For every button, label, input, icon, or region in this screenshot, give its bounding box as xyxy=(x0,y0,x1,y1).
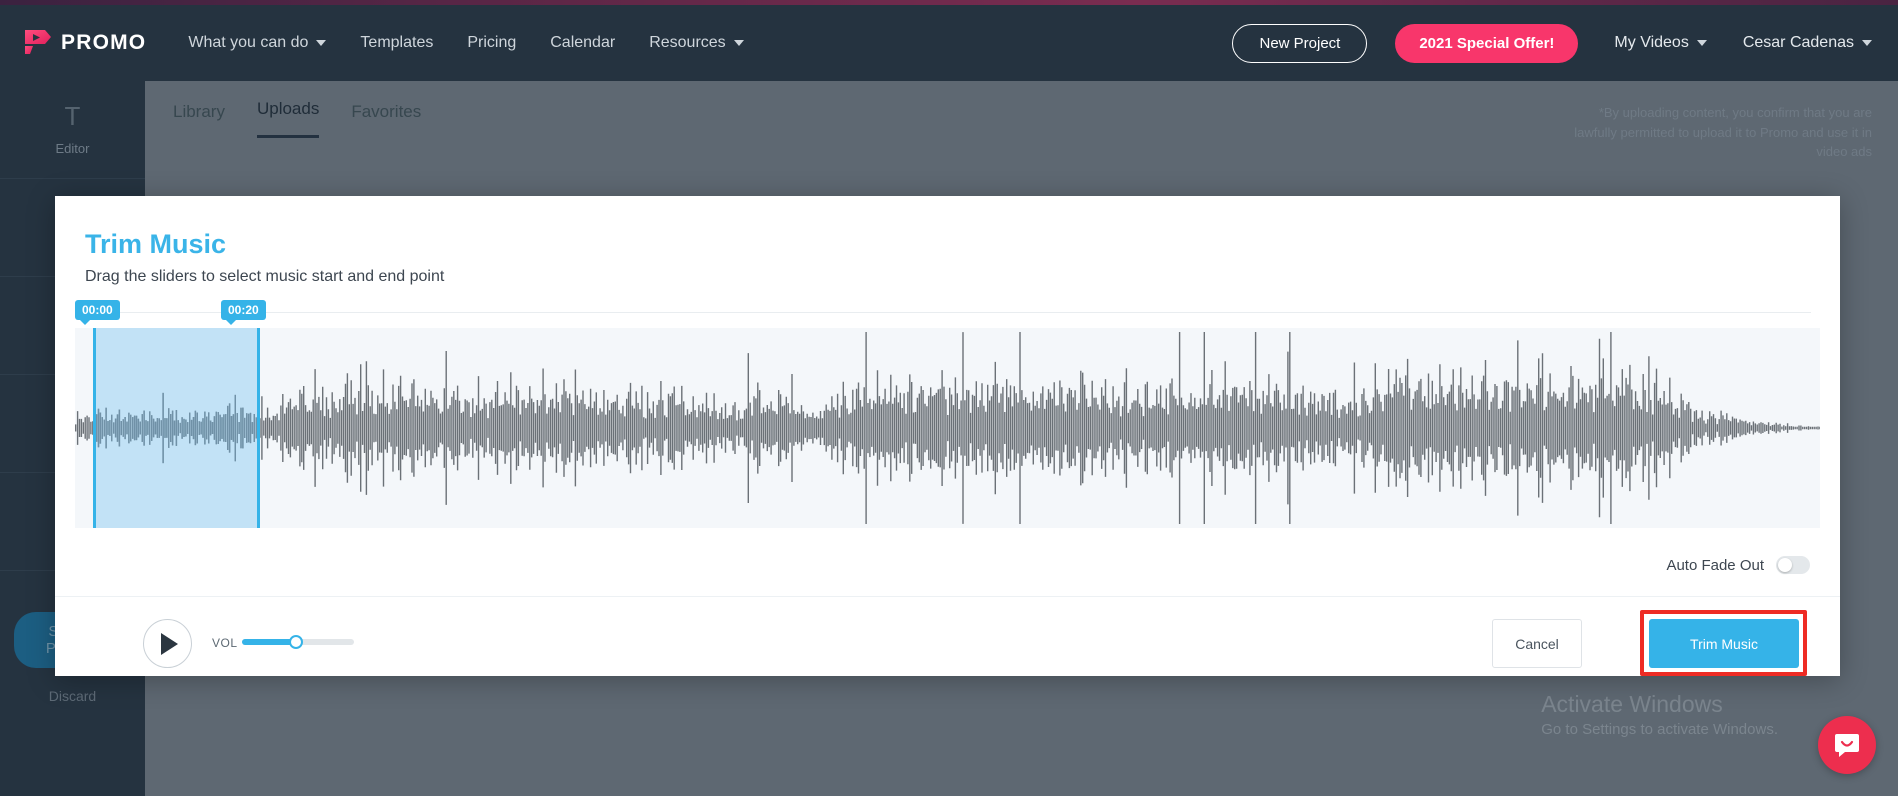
sidebar-item-label: Editor xyxy=(55,141,90,156)
account-label: Cesar Cadenas xyxy=(1742,34,1854,51)
play-button[interactable] xyxy=(143,619,192,668)
brand-name: PROMO xyxy=(61,31,147,54)
chevron-down-icon xyxy=(316,40,327,46)
cancel-button[interactable]: Cancel xyxy=(1492,619,1582,668)
nav-label: Resources xyxy=(649,34,726,51)
intercom-chat-button[interactable] xyxy=(1818,716,1876,774)
sidebar-item-editor[interactable]: T Editor xyxy=(0,81,145,179)
volume-label: VOL xyxy=(212,636,238,650)
modal-divider xyxy=(85,312,1811,313)
tab-library[interactable]: Library xyxy=(173,102,225,138)
tab-uploads[interactable]: Uploads xyxy=(256,99,320,138)
modal-title: Trim Music xyxy=(85,229,227,259)
account-menu[interactable]: Cesar Cadenas xyxy=(1743,34,1872,52)
play-icon xyxy=(161,632,178,655)
audio-waveform xyxy=(75,332,1820,524)
toggle-knob xyxy=(1778,558,1792,572)
main-nav: What you can do Templates Pricing Calend… xyxy=(188,34,777,52)
nav-item-templates[interactable]: Templates xyxy=(360,34,433,52)
volume-slider-knob[interactable] xyxy=(288,635,303,649)
watermark-subtitle: Go to Settings to activate Windows. xyxy=(1541,721,1778,738)
nav-item-pricing[interactable]: Pricing xyxy=(467,34,516,52)
modal-footer-divider xyxy=(55,596,1840,597)
app-root: PROMO What you can do Templates Pricing … xyxy=(0,0,1898,796)
chevron-down-icon xyxy=(733,40,744,46)
media-tabs: Library Uploads Favorites xyxy=(173,99,453,138)
watermark-title: Activate Windows xyxy=(1541,691,1723,717)
new-project-button[interactable]: New Project xyxy=(1232,23,1368,63)
trim-music-button[interactable]: Trim Music xyxy=(1649,619,1799,668)
nav-label: Calendar xyxy=(550,34,616,51)
header-actions: New Project 2021 Special Offer! My Video… xyxy=(1232,23,1872,63)
trim-selection-region[interactable] xyxy=(93,328,260,528)
my-videos-label: My Videos xyxy=(1614,34,1689,51)
nav-label: Templates xyxy=(360,34,434,51)
chevron-down-icon xyxy=(1862,40,1872,46)
auto-fade-out-toggle[interactable] xyxy=(1776,556,1810,574)
modal-subtitle: Drag the sliders to select music start a… xyxy=(85,268,445,285)
brand-logo[interactable]: PROMO xyxy=(22,28,146,58)
auto-fade-out-row: Auto Fade Out xyxy=(1666,556,1810,574)
intercom-chat-icon xyxy=(1835,734,1859,757)
volume-slider-fill xyxy=(242,639,295,645)
auto-fade-out-label: Auto Fade Out xyxy=(1666,556,1764,574)
trim-music-modal: Trim Music Drag the sliders to select mu… xyxy=(55,196,1840,676)
nav-label: Pricing xyxy=(467,34,517,51)
nav-item-what-you-can-do[interactable]: What you can do xyxy=(188,34,327,52)
top-header: PROMO What you can do Templates Pricing … xyxy=(0,5,1898,81)
nav-label: What you can do xyxy=(188,34,309,51)
waveform-area: 00:00 00:20 xyxy=(75,300,1820,541)
trim-start-time-badge[interactable]: 00:00 xyxy=(75,300,120,325)
volume-slider[interactable] xyxy=(242,635,354,649)
text-tool-icon: T xyxy=(64,101,81,131)
upload-disclaimer: *By uploading content, you confirm that … xyxy=(1574,105,1872,159)
promo-play-logo-icon xyxy=(22,28,52,58)
nav-item-resources[interactable]: Resources xyxy=(649,34,744,52)
my-videos-menu[interactable]: My Videos xyxy=(1614,34,1707,52)
special-offer-button[interactable]: 2021 Special Offer! xyxy=(1395,23,1579,63)
windows-activation-watermark: Activate Windows Go to Settings to activ… xyxy=(1541,691,1778,738)
discard-link[interactable]: Discard xyxy=(49,688,96,704)
chevron-down-icon xyxy=(1696,40,1707,46)
nav-item-calendar[interactable]: Calendar xyxy=(550,34,615,52)
tab-favorites[interactable]: Favorites xyxy=(351,102,421,138)
trim-end-time-badge[interactable]: 00:20 xyxy=(221,300,266,325)
